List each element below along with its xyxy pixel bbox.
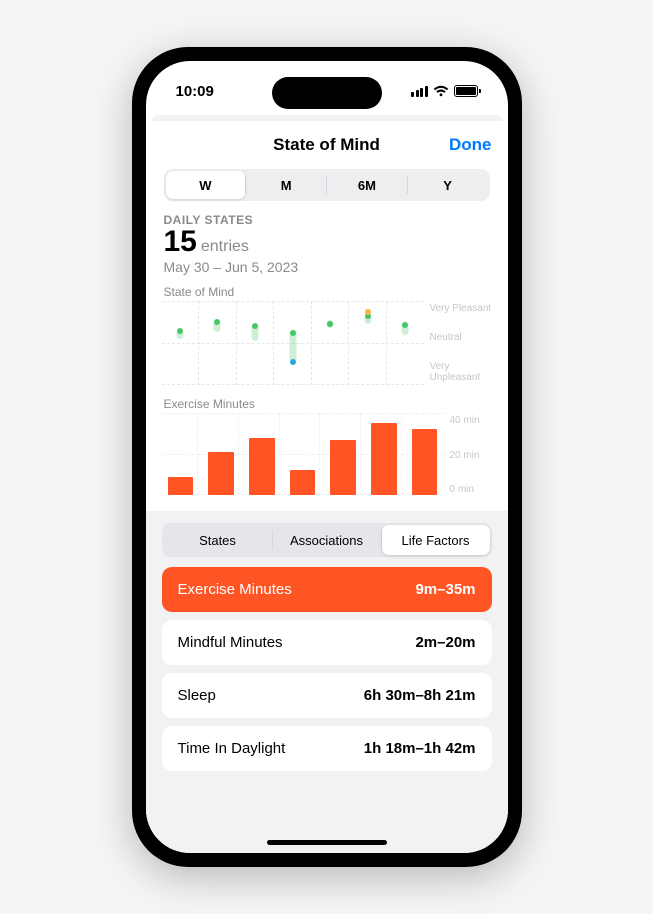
- time-range-segmented-control[interactable]: W M 6M Y: [164, 169, 490, 201]
- segment-states[interactable]: States: [164, 525, 272, 555]
- bar-wed: Wed: [204, 413, 239, 495]
- state-of-mind-chart: [162, 301, 424, 385]
- segment-year[interactable]: Y: [408, 171, 488, 199]
- nav-bar: State of Mind Done: [146, 121, 508, 165]
- som-chart-title: State of Mind: [164, 285, 490, 299]
- som-axis-top: Very Pleasant: [430, 303, 492, 314]
- life-factor-row[interactable]: Exercise Minutes 9m–35m: [162, 567, 492, 612]
- wifi-icon: [433, 85, 449, 97]
- bar-sun: Sun: [367, 413, 402, 495]
- life-factor-value: 1h 18m–1h 42m: [364, 740, 476, 757]
- segment-6month[interactable]: 6M: [327, 171, 407, 199]
- view-segmented-control[interactable]: States Associations Life Factors: [162, 523, 492, 557]
- bar-thu: Thu: [245, 413, 280, 495]
- bar-sat: Sat: [326, 413, 361, 495]
- date-range: May 30 – Jun 5, 2023: [164, 259, 490, 275]
- cellular-icon: [411, 86, 428, 97]
- entries-number: 15: [164, 227, 197, 257]
- life-factor-name: Time In Daylight: [178, 740, 286, 757]
- segment-week[interactable]: W: [166, 171, 246, 199]
- screen: 10:09 State of Mind Done W: [146, 61, 508, 853]
- life-factor-name: Sleep: [178, 687, 216, 704]
- life-factor-row[interactable]: Sleep 6h 30m–8h 21m: [162, 673, 492, 718]
- section-label: DAILY STATES: [164, 213, 490, 227]
- life-factors-list: Exercise Minutes 9m–35m Mindful Minutes 2m–…: [162, 567, 492, 771]
- life-factor-value: 2m–20m: [415, 634, 475, 651]
- entries-count: 15 entries: [164, 227, 490, 257]
- exercise-minutes-chart: TueWedThuFriSatSunMon: [162, 413, 444, 495]
- ex-axis-0: 0 min: [450, 484, 492, 495]
- dynamic-island: [272, 77, 382, 109]
- segment-life-factors[interactable]: Life Factors: [382, 525, 490, 555]
- home-indicator[interactable]: [267, 840, 387, 845]
- life-factor-name: Mindful Minutes: [178, 634, 283, 651]
- life-factor-row[interactable]: Mindful Minutes 2m–20m: [162, 620, 492, 665]
- modal-sheet: State of Mind Done W M 6M Y DAILY STATES…: [146, 121, 508, 853]
- iphone-frame: 10:09 State of Mind Done W: [132, 47, 522, 867]
- ex-axis-20: 20 min: [450, 450, 492, 461]
- life-factor-value: 9m–35m: [415, 581, 475, 598]
- bar-fri: Fri: [286, 413, 321, 495]
- som-axis-bottom: Very Unpleasant: [430, 361, 492, 383]
- bar-tue: Tue: [164, 413, 199, 495]
- page-title: State of Mind: [273, 135, 380, 155]
- entries-unit: entries: [201, 238, 249, 256]
- ex-axis-40: 40 min: [450, 415, 492, 426]
- bar-mon: Mon: [408, 413, 442, 495]
- exercise-chart-title: Exercise Minutes: [164, 397, 490, 411]
- segment-associations[interactable]: Associations: [273, 525, 381, 555]
- segment-month[interactable]: M: [246, 171, 326, 199]
- battery-icon: [454, 85, 478, 97]
- life-factor-row[interactable]: Time In Daylight 1h 18m–1h 42m: [162, 726, 492, 771]
- done-button[interactable]: Done: [449, 135, 492, 155]
- life-factor-value: 6h 30m–8h 21m: [364, 687, 476, 704]
- status-time: 10:09: [176, 83, 214, 100]
- life-factor-name: Exercise Minutes: [178, 581, 292, 598]
- som-axis-mid: Neutral: [430, 332, 492, 343]
